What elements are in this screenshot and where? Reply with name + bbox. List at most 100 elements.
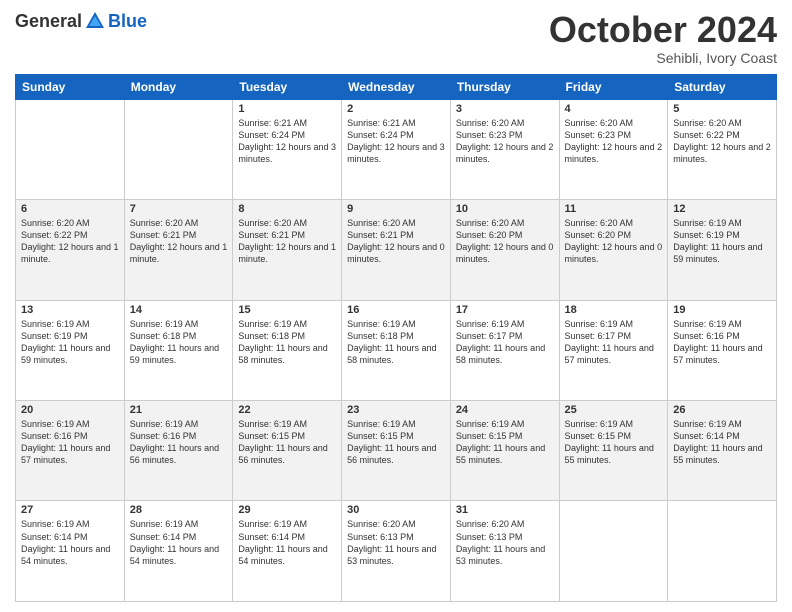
week-row-3: 13Sunrise: 6:19 AM Sunset: 6:19 PM Dayli… (16, 300, 777, 400)
day-content: Sunrise: 6:19 AM Sunset: 6:15 PM Dayligh… (565, 418, 663, 467)
day-number: 19 (673, 304, 771, 316)
calendar-cell: 26 Sunrise: 6:19 AM Sunset: 6:14 PM Dayli… (668, 401, 777, 501)
calendar-cell: 20Sunrise: 6:19 AM Sunset: 6:16 PM Dayli… (16, 401, 125, 501)
calendar-cell: 17 Sunrise: 6:19 AM Sunset: 6:17 PM Dayli… (450, 300, 559, 400)
header: General Blue October 2024 Sehibli, Ivory… (15, 10, 777, 66)
day-number: 26 (673, 404, 771, 416)
day-content: Sunrise: 6:20 AM Sunset: 6:21 PM Dayligh… (347, 217, 445, 266)
day-content: Sunrise: 6:19 AM Sunset: 6:15 PM Dayligh… (347, 418, 445, 467)
calendar-cell: 31Sunrise: 6:20 AM Sunset: 6:13 PM Dayli… (450, 501, 559, 602)
day-content: Sunrise: 6:19 AM Sunset: 6:18 PM Dayligh… (238, 318, 336, 367)
day-content: Sunrise: 6:19 AM Sunset: 6:14 PM Dayligh… (21, 518, 119, 567)
weekday-header-sunday: Sunday (16, 74, 125, 99)
day-content: Sunrise: 6:19 AM Sunset: 6:17 PM Dayligh… (456, 318, 554, 367)
calendar-cell: 3 Sunrise: 6:20 AM Sunset: 6:23 PM Daylig… (450, 99, 559, 199)
weekday-header-friday: Friday (559, 74, 668, 99)
calendar-cell: 14 Sunrise: 6:19 AM Sunset: 6:18 PM Dayli… (124, 300, 233, 400)
day-content: Sunrise: 6:19 AM Sunset: 6:14 PM Dayligh… (130, 518, 228, 567)
day-content: Sunrise: 6:19 AM Sunset: 6:18 PM Dayligh… (347, 318, 445, 367)
day-number: 31 (456, 504, 554, 516)
week-row-5: 27 Sunrise: 6:19 AM Sunset: 6:14 PM Dayli… (16, 501, 777, 602)
day-number: 22 (238, 404, 336, 416)
location: Sehibli, Ivory Coast (549, 50, 777, 66)
day-content: Sunrise: 6:21 AM Sunset: 6:24 PM Dayligh… (347, 117, 445, 166)
calendar-cell: 2 Sunrise: 6:21 AM Sunset: 6:24 PM Daylig… (342, 99, 451, 199)
day-number: 16 (347, 304, 445, 316)
day-content: Sunrise: 6:19 AM Sunset: 6:17 PM Dayligh… (565, 318, 663, 367)
day-content: Sunrise: 6:20 AM Sunset: 6:21 PM Dayligh… (238, 217, 336, 266)
day-content: Sunrise: 6:19 AM Sunset: 6:15 PM Dayligh… (456, 418, 554, 467)
day-content: Sunrise: 6:19 AM Sunset: 6:16 PM Dayligh… (21, 418, 119, 467)
calendar-cell: 27 Sunrise: 6:19 AM Sunset: 6:14 PM Dayli… (16, 501, 125, 602)
week-row-1: 1 Sunrise: 6:21 AM Sunset: 6:24 PM Daylig… (16, 99, 777, 199)
day-content: Sunrise: 6:20 AM Sunset: 6:22 PM Dayligh… (673, 117, 771, 166)
weekday-header-saturday: Saturday (668, 74, 777, 99)
day-number: 3 (456, 103, 554, 115)
calendar-cell (16, 99, 125, 199)
day-content: Sunrise: 6:20 AM Sunset: 6:22 PM Dayligh… (21, 217, 119, 266)
day-number: 30 (347, 504, 445, 516)
day-number: 8 (238, 203, 336, 215)
calendar-cell: 28 Sunrise: 6:19 AM Sunset: 6:14 PM Dayli… (124, 501, 233, 602)
day-content: Sunrise: 6:19 AM Sunset: 6:15 PM Dayligh… (238, 418, 336, 467)
week-row-2: 6 Sunrise: 6:20 AM Sunset: 6:22 PM Daylig… (16, 200, 777, 300)
page: General Blue October 2024 Sehibli, Ivory… (0, 0, 792, 612)
calendar-cell: 8 Sunrise: 6:20 AM Sunset: 6:21 PM Daylig… (233, 200, 342, 300)
calendar-cell: 18 Sunrise: 6:19 AM Sunset: 6:17 PM Dayli… (559, 300, 668, 400)
logo-icon (84, 10, 106, 32)
day-number: 4 (565, 103, 663, 115)
day-content: Sunrise: 6:21 AM Sunset: 6:24 PM Dayligh… (238, 117, 336, 166)
calendar-cell: 25 Sunrise: 6:19 AM Sunset: 6:15 PM Dayli… (559, 401, 668, 501)
day-content: Sunrise: 6:19 AM Sunset: 6:16 PM Dayligh… (673, 318, 771, 367)
calendar-cell: 19 Sunrise: 6:19 AM Sunset: 6:16 PM Dayli… (668, 300, 777, 400)
day-content: Sunrise: 6:19 AM Sunset: 6:18 PM Dayligh… (130, 318, 228, 367)
day-content: Sunrise: 6:19 AM Sunset: 6:14 PM Dayligh… (673, 418, 771, 467)
day-content: Sunrise: 6:20 AM Sunset: 6:23 PM Dayligh… (456, 117, 554, 166)
day-number: 17 (456, 304, 554, 316)
calendar-cell: 9 Sunrise: 6:20 AM Sunset: 6:21 PM Daylig… (342, 200, 451, 300)
day-content: Sunrise: 6:19 AM Sunset: 6:19 PM Dayligh… (673, 217, 771, 266)
day-number: 10 (456, 203, 554, 215)
day-content: Sunrise: 6:20 AM Sunset: 6:20 PM Dayligh… (456, 217, 554, 266)
calendar-cell: 24Sunrise: 6:19 AM Sunset: 6:15 PM Dayli… (450, 401, 559, 501)
calendar-cell: 12 Sunrise: 6:19 AM Sunset: 6:19 PM Dayli… (668, 200, 777, 300)
calendar-cell: 29 Sunrise: 6:19 AM Sunset: 6:14 PM Dayli… (233, 501, 342, 602)
weekday-header-thursday: Thursday (450, 74, 559, 99)
calendar-cell: 5 Sunrise: 6:20 AM Sunset: 6:22 PM Daylig… (668, 99, 777, 199)
calendar-cell: 22 Sunrise: 6:19 AM Sunset: 6:15 PM Dayli… (233, 401, 342, 501)
day-content: Sunrise: 6:19 AM Sunset: 6:16 PM Dayligh… (130, 418, 228, 467)
day-number: 25 (565, 404, 663, 416)
calendar-cell: 6 Sunrise: 6:20 AM Sunset: 6:22 PM Daylig… (16, 200, 125, 300)
day-number: 15 (238, 304, 336, 316)
day-number: 21 (130, 404, 228, 416)
calendar-cell: 1 Sunrise: 6:21 AM Sunset: 6:24 PM Daylig… (233, 99, 342, 199)
day-content: Sunrise: 6:19 AM Sunset: 6:19 PM Dayligh… (21, 318, 119, 367)
day-number: 11 (565, 203, 663, 215)
day-number: 29 (238, 504, 336, 516)
day-content: Sunrise: 6:20 AM Sunset: 6:13 PM Dayligh… (347, 518, 445, 567)
calendar-cell: 10 Sunrise: 6:20 AM Sunset: 6:20 PM Dayli… (450, 200, 559, 300)
day-number: 28 (130, 504, 228, 516)
day-content: Sunrise: 6:19 AM Sunset: 6:14 PM Dayligh… (238, 518, 336, 567)
day-number: 5 (673, 103, 771, 115)
week-row-4: 20Sunrise: 6:19 AM Sunset: 6:16 PM Dayli… (16, 401, 777, 501)
month-title: October 2024 (549, 10, 777, 50)
day-number: 14 (130, 304, 228, 316)
day-content: Sunrise: 6:20 AM Sunset: 6:20 PM Dayligh… (565, 217, 663, 266)
day-number: 12 (673, 203, 771, 215)
calendar-cell (124, 99, 233, 199)
calendar-cell: 23Sunrise: 6:19 AM Sunset: 6:15 PM Dayli… (342, 401, 451, 501)
calendar-table: SundayMondayTuesdayWednesdayThursdayFrid… (15, 74, 777, 602)
day-number: 2 (347, 103, 445, 115)
logo-blue: Blue (108, 11, 147, 32)
day-number: 18 (565, 304, 663, 316)
calendar-cell: 4Sunrise: 6:20 AM Sunset: 6:23 PM Daylig… (559, 99, 668, 199)
calendar-cell: 13Sunrise: 6:19 AM Sunset: 6:19 PM Dayli… (16, 300, 125, 400)
calendar-cell: 15 Sunrise: 6:19 AM Sunset: 6:18 PM Dayli… (233, 300, 342, 400)
weekday-header-tuesday: Tuesday (233, 74, 342, 99)
day-number: 27 (21, 504, 119, 516)
calendar-cell: 7Sunrise: 6:20 AM Sunset: 6:21 PM Daylig… (124, 200, 233, 300)
day-number: 6 (21, 203, 119, 215)
day-number: 1 (238, 103, 336, 115)
day-number: 9 (347, 203, 445, 215)
